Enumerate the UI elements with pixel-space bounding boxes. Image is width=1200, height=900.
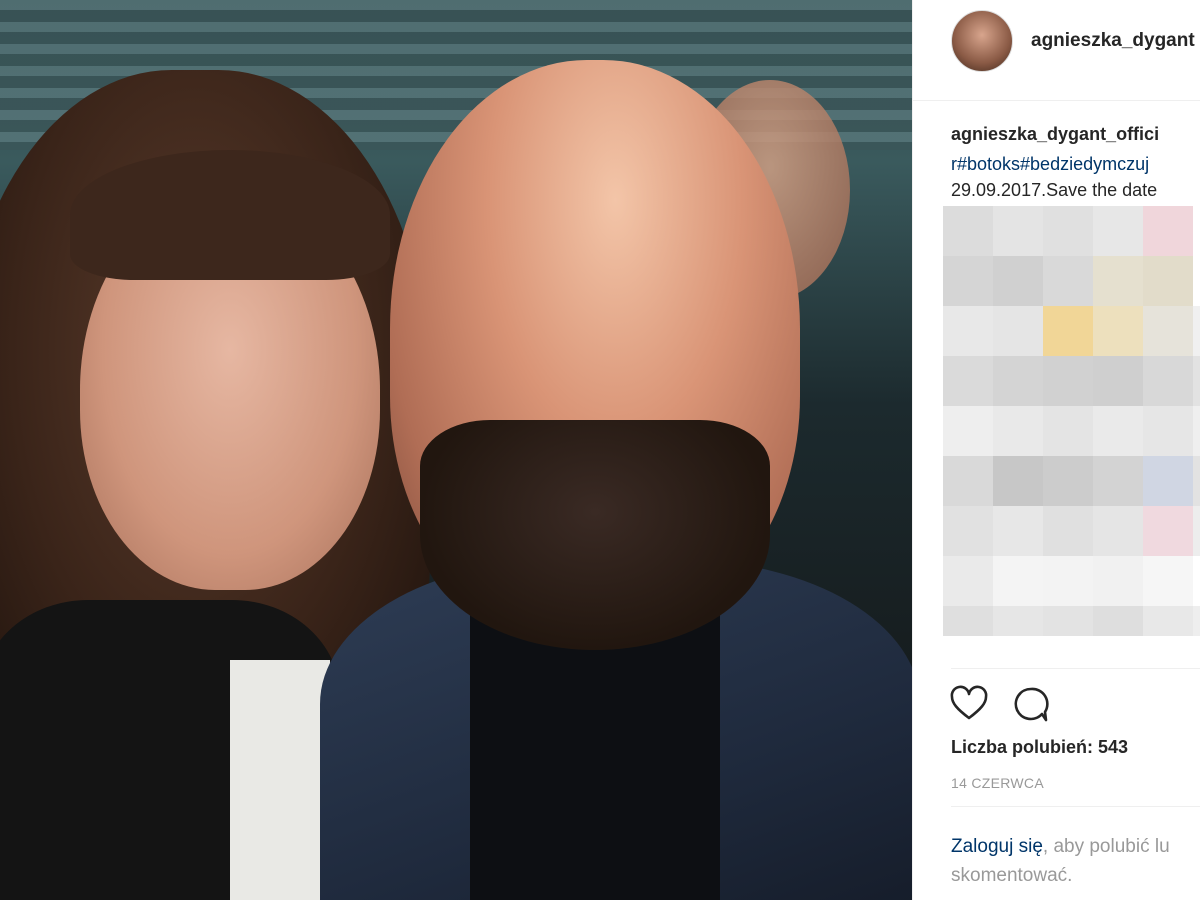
login-prompt-second-line: skomentować. (951, 865, 1073, 886)
pixel-block (1193, 556, 1200, 606)
pixel-block (943, 556, 993, 606)
pixel-block (1093, 306, 1143, 356)
pixel-block (1093, 256, 1143, 306)
pixel-block (1093, 356, 1143, 406)
divider (951, 668, 1200, 669)
pixel-block (1193, 506, 1200, 556)
pixelated-caption-area (943, 206, 1200, 636)
pixel-block (1143, 406, 1193, 456)
pixel-block (1093, 456, 1143, 506)
pixel-block (1193, 456, 1200, 506)
pixel-block (943, 506, 993, 556)
pixel-block (1143, 356, 1193, 406)
post-date: 14 CZERWCA (951, 775, 1044, 791)
login-prompt-text: , aby polubić lu (1042, 836, 1170, 857)
pixel-block (993, 206, 1043, 256)
pixel-block (1043, 406, 1093, 456)
pixel-block (1093, 606, 1143, 636)
pixel-block (1143, 606, 1193, 636)
pixel-block (993, 406, 1043, 456)
pixel-block (943, 306, 993, 356)
pixel-block (1143, 456, 1193, 506)
pixel-block (1193, 206, 1200, 256)
pixel-block (1043, 506, 1093, 556)
photo-man-beard (420, 420, 770, 650)
heart-outline-icon[interactable] (949, 685, 989, 725)
pixel-block (993, 606, 1043, 636)
pixel-block (943, 606, 993, 636)
pixel-block (993, 506, 1043, 556)
pixel-block (943, 256, 993, 306)
pixel-block (943, 406, 993, 456)
photo-woman-bangs (70, 150, 390, 280)
caption-hashtags[interactable]: r#botoks#bedziedymczuj (951, 154, 1149, 175)
pixel-block (993, 306, 1043, 356)
pixel-block (1193, 356, 1200, 406)
pixel-block (1043, 356, 1093, 406)
pixel-block (1043, 606, 1093, 636)
pixel-block (993, 256, 1043, 306)
pixel-block (1193, 606, 1200, 636)
header-username[interactable]: agnieszka_dygant (1031, 30, 1195, 52)
pixel-block (943, 456, 993, 506)
pixel-block (993, 456, 1043, 506)
caption-username[interactable]: agnieszka_dygant_offici (951, 124, 1159, 145)
pixel-block (1093, 556, 1143, 606)
pixel-block (1193, 256, 1200, 306)
post-sidebar: agnieszka_dygant agnieszka_dygant_offici… (912, 0, 1200, 900)
pixel-block (993, 556, 1043, 606)
speech-bubble-icon[interactable] (1011, 685, 1051, 725)
pixel-block (943, 206, 993, 256)
login-prompt: Zaloguj się, aby polubić lu skomentować. (951, 832, 1200, 890)
pixel-block (1193, 406, 1200, 456)
pixel-block (1143, 206, 1193, 256)
pixel-block (1143, 506, 1193, 556)
pixel-block (1143, 256, 1193, 306)
post-header: agnieszka_dygant (913, 0, 1200, 101)
pixel-block (1043, 306, 1093, 356)
pixel-block (1093, 406, 1143, 456)
post-photo[interactable] (0, 0, 912, 900)
photo-woman-tshirt (230, 660, 330, 900)
login-link[interactable]: Zaloguj się (951, 836, 1043, 857)
pixel-block (1143, 556, 1193, 606)
pixel-block (1043, 556, 1093, 606)
pixel-block (1093, 206, 1143, 256)
pixel-block (993, 356, 1043, 406)
avatar[interactable] (951, 10, 1013, 72)
caption-text: 29.09.2017.Save the date (951, 180, 1158, 200)
pixel-block (943, 356, 993, 406)
pixel-block (1043, 206, 1093, 256)
divider (951, 806, 1200, 807)
pixel-block (1193, 306, 1200, 356)
pixel-block (1143, 306, 1193, 356)
likes-count[interactable]: Liczba polubień: 543 (951, 737, 1128, 758)
pixel-block (1043, 456, 1093, 506)
pixel-block (1043, 256, 1093, 306)
pixel-block (1093, 506, 1143, 556)
